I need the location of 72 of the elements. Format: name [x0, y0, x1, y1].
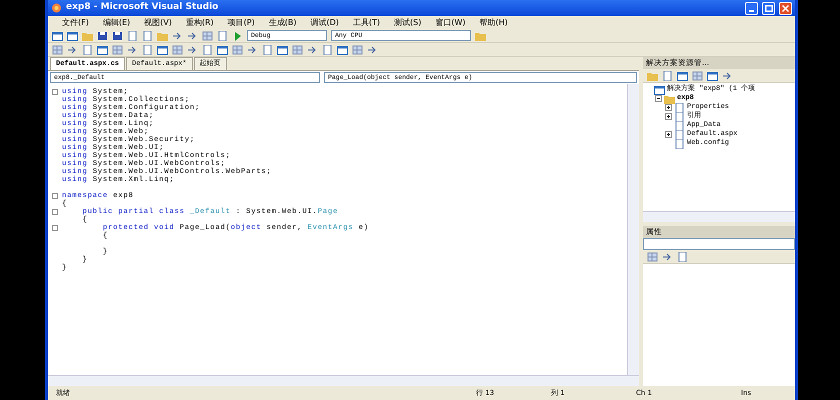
- minimize-button[interactable]: [745, 2, 758, 14]
- menu-item[interactable]: 项目(P): [222, 16, 261, 28]
- document-icon: [674, 130, 685, 140]
- minimize-icon: [749, 10, 754, 12]
- menu-item[interactable]: 窗口(W): [429, 16, 472, 28]
- collapse-marker[interactable]: [52, 193, 58, 199]
- app-icon: [51, 3, 62, 13]
- document-icon[interactable]: [322, 44, 333, 54]
- arrow-icon[interactable]: [367, 44, 378, 54]
- menu-item[interactable]: 调试(D): [304, 16, 345, 28]
- menu-item[interactable]: 帮助(H): [474, 16, 514, 28]
- grid-icon[interactable]: [292, 44, 303, 54]
- arrow-icon[interactable]: [187, 44, 198, 54]
- menu-item[interactable]: 重构(R): [180, 16, 220, 28]
- document-icon[interactable]: [262, 44, 273, 54]
- grid-icon[interactable]: [232, 44, 243, 54]
- maximize-button[interactable]: [762, 2, 775, 14]
- menu-item[interactable]: 文件(F): [56, 16, 95, 28]
- grid-icon[interactable]: [202, 30, 213, 40]
- collapse-marker[interactable]: [52, 209, 58, 215]
- grid-icon[interactable]: [172, 44, 183, 54]
- document-icon[interactable]: [82, 44, 93, 54]
- menu-item[interactable]: 视图(V): [138, 16, 178, 28]
- collapse-marker[interactable]: [52, 225, 58, 231]
- close-icon: [782, 4, 789, 12]
- window-icon[interactable]: [52, 30, 63, 40]
- close-button[interactable]: [779, 2, 792, 14]
- arrow-icon[interactable]: [722, 70, 733, 80]
- menu-item[interactable]: 生成(B): [262, 16, 302, 28]
- collapse-icon[interactable]: [655, 95, 662, 102]
- arrow-icon[interactable]: [67, 44, 78, 54]
- window-icon[interactable]: [217, 44, 228, 54]
- arrow-icon[interactable]: [307, 44, 318, 54]
- grid-icon[interactable]: [352, 44, 363, 54]
- window-title: exp8 - Microsoft Visual Studio: [66, 1, 220, 14]
- maximize-icon: [764, 4, 772, 12]
- document-icon[interactable]: [142, 30, 153, 40]
- document-icon[interactable]: [217, 30, 228, 40]
- arrow-icon[interactable]: [247, 44, 258, 54]
- window-icon[interactable]: [157, 44, 168, 54]
- menu-item[interactable]: 测试(S): [388, 16, 428, 28]
- menu-item[interactable]: 编辑(E): [96, 16, 136, 28]
- document-icon: [674, 102, 685, 112]
- expand-icon[interactable]: [665, 113, 672, 120]
- arrow-icon[interactable]: [172, 30, 183, 40]
- document-icon[interactable]: [202, 44, 213, 54]
- arrow-icon[interactable]: [187, 30, 198, 40]
- window-icon[interactable]: [277, 44, 288, 54]
- window-icon[interactable]: [97, 44, 108, 54]
- folder-icon: [664, 94, 675, 104]
- arrow-icon[interactable]: [662, 252, 673, 262]
- horizontal-scrollbar[interactable]: [48, 375, 639, 386]
- document-icon: [674, 120, 685, 130]
- document-icon: [674, 138, 685, 148]
- menu-item[interactable]: 工具(T): [346, 16, 386, 28]
- window-icon[interactable]: [337, 44, 348, 54]
- window-icon[interactable]: [677, 70, 688, 80]
- expand-icon[interactable]: [665, 104, 672, 111]
- window-icon[interactable]: [67, 30, 78, 40]
- document-icon: [674, 112, 685, 122]
- vertical-scrollbar[interactable]: [627, 84, 639, 375]
- document-icon[interactable]: [142, 44, 153, 54]
- expand-icon[interactable]: [665, 131, 672, 138]
- horizontal-scrollbar[interactable]: [643, 211, 795, 222]
- document-icon[interactable]: [127, 30, 138, 40]
- grid-icon[interactable]: [52, 44, 63, 54]
- window-icon[interactable]: [707, 70, 718, 80]
- arrow-icon[interactable]: [127, 44, 138, 54]
- grid-icon[interactable]: [647, 252, 658, 262]
- play-icon[interactable]: [232, 30, 243, 40]
- collapse-marker[interactable]: [52, 89, 58, 95]
- grid-icon[interactable]: [692, 70, 703, 80]
